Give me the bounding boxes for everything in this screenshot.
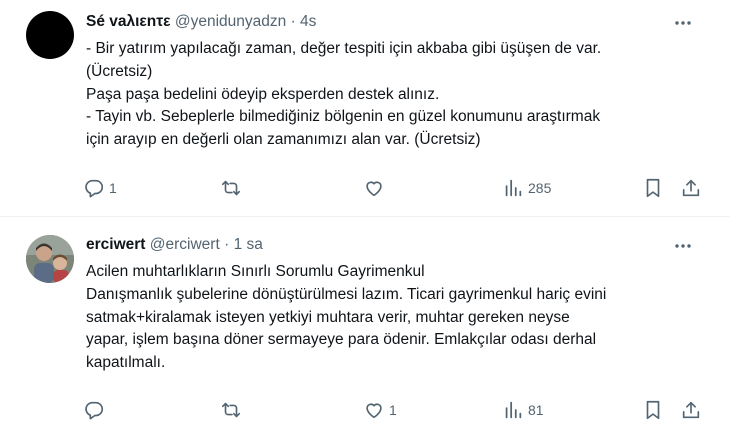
heart-icon: [366, 181, 382, 197]
reply-button[interactable]: 1: [83, 175, 117, 201]
views-bar-chart-icon: [505, 401, 522, 419]
tweet-actions: 1 81: [80, 397, 710, 423]
bookmark-button[interactable]: [642, 397, 664, 423]
views-button[interactable]: 285: [502, 175, 551, 201]
reply-bubble-icon: [85, 401, 104, 420]
more-options-button[interactable]: [670, 236, 696, 256]
tweet-text-line: Danışmanlık şubelerine dönüştürülmesi la…: [86, 285, 607, 303]
tweet-actions: 1 285: [80, 175, 710, 201]
reply-bubble-icon: [85, 179, 104, 198]
separator-dot: ·: [224, 236, 230, 253]
reply-count: 1: [109, 180, 117, 196]
retweet-arrows-icon: [221, 180, 241, 196]
user-handle[interactable]: @erciwert: [150, 236, 220, 253]
tweet-text-line: Paşa paşa bedelini ödeyip eksperden dest…: [86, 85, 440, 103]
tweet[interactable]: Sé vaλιεnτε @yenidunyadzn · 4s - Bir yat…: [0, 0, 730, 217]
bookmark-icon: [646, 178, 660, 198]
tweet-text: - Bir yatırım yapılacağı zaman, değer te…: [86, 38, 706, 152]
timestamp[interactable]: 4s: [300, 13, 316, 30]
display-name[interactable]: erciwert: [86, 236, 145, 253]
tweet-text-line: (Ücretsiz): [86, 62, 153, 80]
tweet-header: erciwert @erciwert · 1 sa: [86, 236, 263, 254]
tweet-text-line: - Bir yatırım yapılacağı zaman, değer te…: [86, 40, 602, 57]
tweet[interactable]: erciwert @erciwert · 1 sa Acilen muhtarl…: [0, 217, 730, 420]
separator-dot: ·: [290, 13, 296, 30]
like-button[interactable]: [363, 175, 389, 201]
views-button[interactable]: 81: [502, 397, 544, 423]
tweet-text-line: satmak+kiralamak isteyen yetkiyi muhtara…: [86, 308, 570, 326]
tweet-text-line: Acilen muhtarlıkların Sınırlı Sorumlu Ga…: [86, 263, 425, 280]
tweet-text-line: kapatılmalı.: [86, 354, 166, 372]
retweet-button[interactable]: [220, 175, 246, 201]
like-button[interactable]: 1: [363, 397, 397, 423]
bookmark-icon: [646, 400, 660, 420]
avatar[interactable]: [26, 235, 74, 283]
views-count: 285: [528, 180, 552, 196]
share-button[interactable]: [680, 175, 702, 201]
reply-button[interactable]: [83, 397, 109, 423]
share-button[interactable]: [680, 397, 702, 423]
avatar[interactable]: [26, 11, 74, 59]
avatar-photo: [26, 235, 74, 283]
like-count: 1: [389, 402, 397, 418]
display-name[interactable]: Sé vaλιεnτε: [86, 13, 171, 30]
tweet-text: Acilen muhtarlıkların Sınırlı Sorumlu Ga…: [86, 261, 706, 375]
bookmark-button[interactable]: [642, 175, 664, 201]
more-dots-icon: [675, 244, 691, 248]
views-count: 81: [528, 402, 544, 418]
tweet-header: Sé vaλιεnτε @yenidunyadzn · 4s: [86, 13, 316, 31]
share-upload-icon: [682, 179, 700, 197]
retweet-arrows-icon: [221, 402, 241, 418]
retweet-button[interactable]: [220, 397, 246, 423]
user-handle[interactable]: @yenidunyadzn: [175, 13, 286, 30]
timestamp[interactable]: 1 sa: [234, 236, 263, 253]
more-options-button[interactable]: [670, 13, 696, 33]
more-dots-icon: [675, 21, 691, 25]
heart-icon: [366, 403, 382, 419]
share-upload-icon: [682, 401, 700, 419]
tweet-text-line: - Tayin vb. Sebeplerle bilmediğiniz bölg…: [86, 108, 601, 126]
tweet-text-line: yapar, işlem başına döner sermayeye para…: [86, 331, 597, 349]
views-bar-chart-icon: [505, 179, 522, 197]
tweet-text-line: için arayıp en değerli olan zamanımızı a…: [86, 131, 481, 149]
